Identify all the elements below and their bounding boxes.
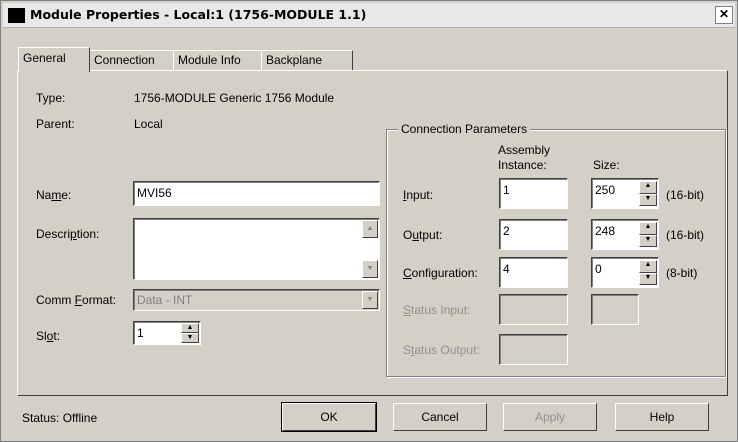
status-output-label: Status Output: [403, 343, 480, 357]
tab-general-label: General [23, 51, 66, 65]
parent-value: Local [134, 117, 163, 131]
status-input-size-field [591, 294, 639, 325]
slot-label: Slot: [36, 329, 61, 343]
slot-spinner[interactable]: ▲ ▼ [181, 323, 199, 343]
output-instance-field[interactable]: 2 [499, 219, 568, 250]
size-column-header: Size: [593, 158, 620, 172]
configuration-label: Configuration: [403, 266, 478, 280]
configuration-size-down-icon[interactable]: ▼ [639, 272, 657, 285]
input-size-up-icon[interactable]: ▲ [639, 181, 657, 194]
description-scroll-up-button[interactable]: ▲ [362, 220, 378, 238]
input-label: Input: [403, 188, 434, 202]
configuration-size-up-icon[interactable]: ▲ [639, 260, 657, 273]
output-size-unit: (16-bit) [666, 228, 705, 242]
assembly-column-header-2: Instance: [498, 158, 547, 172]
type-value: 1756-MODULE Generic 1756 Module [134, 91, 335, 105]
help-button[interactable]: Help [615, 403, 709, 431]
window-title: Module Properties - Local:1 (1756-MODULE… [30, 7, 367, 22]
comm-format-dropdown-icon[interactable]: ▼ [362, 291, 378, 309]
output-size-down-icon[interactable]: ▼ [639, 234, 657, 247]
status-text: Status: Offline [22, 411, 98, 425]
name-input[interactable]: MVI56 [133, 181, 380, 206]
assembly-column-header-1: Assembly [498, 143, 551, 157]
tab-backplane-label: Backplane [266, 53, 323, 67]
tab-backplane[interactable]: Backplane [261, 50, 353, 71]
cancel-button[interactable]: Cancel [393, 403, 487, 431]
output-size-up-icon[interactable]: ▲ [639, 222, 657, 235]
parent-label: Parent: [36, 117, 75, 131]
input-size-down-icon[interactable]: ▼ [639, 193, 657, 206]
tab-connection-label: Connection [94, 53, 155, 67]
comm-format-select[interactable]: Data - INT [133, 289, 380, 311]
input-size-spinner[interactable]: ▲ ▼ [639, 181, 657, 206]
tab-general[interactable]: General [18, 47, 90, 72]
title-bar[interactable]: Module Properties - Local:1 (1756-MODULE… [3, 3, 735, 28]
slot-down-icon[interactable]: ▼ [181, 333, 199, 343]
description-scroll-down-button[interactable]: ▼ [362, 260, 378, 278]
close-button[interactable]: ✕ [715, 6, 733, 24]
module-properties-dialog: Module Properties - Local:1 (1756-MODULE… [0, 0, 738, 442]
status-input-label: Status Input: [403, 303, 471, 317]
status-output-instance-field [499, 334, 568, 365]
input-size-unit: (16-bit) [666, 188, 705, 202]
description-label: Description: [36, 227, 100, 241]
status-input-instance-field [499, 294, 568, 325]
ok-button[interactable]: OK [281, 402, 377, 432]
tab-module-info[interactable]: Module Info [173, 50, 265, 71]
comm-format-label: Comm Format: [36, 293, 117, 307]
type-label: Type: [36, 91, 66, 105]
window-icon [8, 8, 25, 23]
tab-module-info-label: Module Info [178, 53, 241, 67]
slot-up-icon[interactable]: ▲ [181, 323, 199, 333]
output-size-spinner[interactable]: ▲ ▼ [639, 222, 657, 247]
name-label: Name: [36, 188, 72, 202]
configuration-instance-field[interactable]: 4 [499, 257, 568, 288]
output-label: Output: [403, 228, 443, 242]
tab-connection[interactable]: Connection [89, 50, 175, 71]
apply-button[interactable]: Apply [503, 403, 597, 431]
description-textarea[interactable] [133, 218, 380, 280]
connection-parameters-title: Connection Parameters [398, 122, 531, 136]
configuration-size-spinner[interactable]: ▲ ▼ [639, 260, 657, 285]
input-instance-field[interactable]: 1 [499, 178, 568, 209]
configuration-size-unit: (8-bit) [666, 266, 698, 280]
